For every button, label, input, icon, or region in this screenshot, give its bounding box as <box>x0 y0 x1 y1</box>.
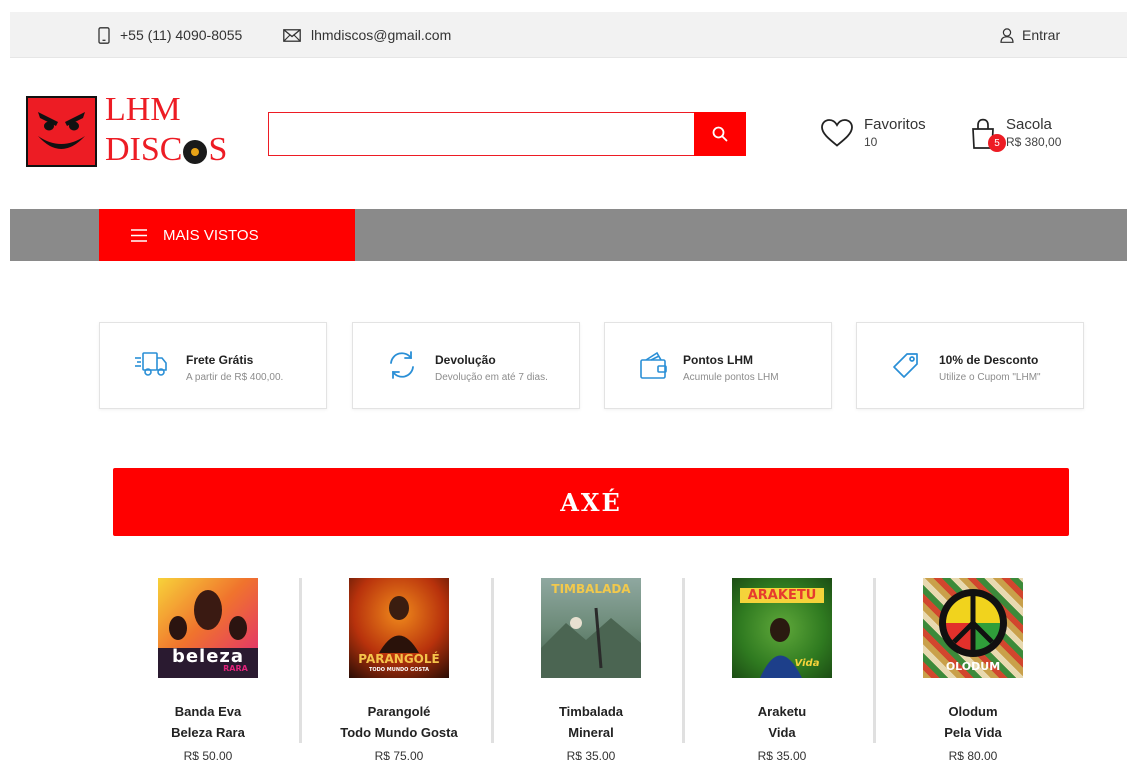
top-bar: +55 (11) 4090-8055 lhmdiscos@gmail.com E… <box>10 12 1127 58</box>
search-icon <box>712 126 728 142</box>
phone-icon <box>98 26 110 44</box>
album-cover[interactable]: PARANGOLÉ TODO MUNDO GOSTA <box>349 578 449 678</box>
logo-text-line1: LHM <box>105 91 181 128</box>
feature-returns: Devolução Devolução em até 7 dias. <box>352 322 580 409</box>
search-bar <box>268 112 746 156</box>
wallet-icon <box>640 351 667 379</box>
bag-label: Sacola <box>1006 116 1052 133</box>
cover-title: PARANGOLÉ <box>358 652 440 666</box>
product-card[interactable]: beleza RARA Banda Eva Beleza Rara R$ 50,… <box>118 578 298 760</box>
product-divider <box>682 578 685 743</box>
cover-subtitle: TODO MUNDO GOSTA <box>368 667 429 673</box>
album-cover[interactable]: beleza RARA <box>158 578 258 678</box>
product-card[interactable]: PARANGOLÉ TODO MUNDO GOSTA Parangolé Tod… <box>309 578 489 760</box>
bag-total: R$ 380,00 <box>1006 135 1062 149</box>
product-artist[interactable]: Banda Eva <box>118 701 298 722</box>
cover-subtitle: RARA <box>223 664 248 673</box>
feature-subtitle: Acumule pontos LHM <box>683 372 779 383</box>
feature-subtitle: Devolução em até 7 dias. <box>435 372 548 383</box>
logo-text-disc: DISC <box>105 131 183 168</box>
feature-title: Devolução <box>435 353 496 367</box>
product-artist[interactable]: Araketu <box>692 701 872 722</box>
feature-title: 10% de Desconto <box>939 353 1039 367</box>
menu-label: MAIS VISTOS <box>163 226 259 244</box>
feature-discount: 10% de Desconto Utilize o Cupom "LHM" <box>856 322 1084 409</box>
product-divider <box>491 578 494 743</box>
album-cover[interactable]: TIMBALADA <box>541 578 641 678</box>
feature-subtitle: Utilize o Cupom "LHM" <box>939 372 1041 383</box>
favorites-count: 10 <box>864 135 878 149</box>
bag-count-badge: 5 <box>988 134 1006 152</box>
delivery-truck-icon <box>135 352 167 376</box>
product-card[interactable]: OLODUM Olodum Pela Vida R$ 80,00 <box>883 578 1063 760</box>
hamburger-icon <box>131 228 147 242</box>
feature-title: Pontos LHM <box>683 353 753 367</box>
cover-title: OLODUM <box>945 660 1001 673</box>
logo-text-s: S <box>208 131 228 168</box>
cover-subtitle: Vida <box>794 658 820 669</box>
cover-title: ARAKETU <box>740 588 824 603</box>
main-nav: MAIS VISTOS <box>10 209 1127 261</box>
product-album[interactable]: Todo Mundo Gosta <box>309 722 489 743</box>
product-price: R$ 80,00 <box>948 749 998 760</box>
vinyl-record-icon <box>183 140 208 164</box>
shopping-bag-link[interactable]: 5 Sacola R$ 380,00 <box>970 116 1061 155</box>
logo-text-line2: DISC S <box>105 132 227 168</box>
login-label: Entrar <box>1022 27 1061 43</box>
product-artist[interactable]: Parangolé <box>309 701 489 722</box>
product-album[interactable]: Mineral <box>501 722 681 743</box>
product-price: R$ 75,00 <box>374 749 424 760</box>
product-card[interactable]: ARAKETU Vida Araketu Vida R$ 35,00 <box>692 578 872 760</box>
refresh-icon <box>390 351 414 379</box>
album-cover[interactable]: OLODUM <box>923 578 1023 678</box>
category-banner[interactable]: AXÉ <box>113 468 1069 536</box>
album-cover[interactable]: ARAKETU Vida <box>732 578 832 678</box>
contact-email[interactable]: lhmdiscos@gmail.com <box>283 12 451 58</box>
product-album[interactable]: Pela Vida <box>883 722 1063 743</box>
product-album[interactable]: Vida <box>692 722 872 743</box>
product-artist[interactable]: Olodum <box>883 701 1063 722</box>
site-logo[interactable]: LHM DISC S <box>26 91 242 172</box>
email-address: lhmdiscos@gmail.com <box>311 27 452 43</box>
logo-smiley-icon <box>26 96 97 167</box>
mail-icon <box>283 28 301 42</box>
product-divider <box>873 578 876 743</box>
product-price: R$ 35,00 <box>757 749 807 760</box>
user-icon <box>1000 27 1014 43</box>
search-button[interactable] <box>694 112 746 156</box>
phone-number: +55 (11) 4090-8055 <box>120 27 243 43</box>
favorites-label: Favoritos <box>864 116 926 133</box>
tag-icon <box>893 353 918 378</box>
shopping-bag-icon: 5 <box>970 118 1006 155</box>
feature-title: Frete Grátis <box>186 353 254 367</box>
search-input[interactable] <box>268 112 694 156</box>
product-price: R$ 35,00 <box>566 749 616 760</box>
feature-subtitle: A partir de R$ 400,00. <box>186 372 284 383</box>
product-divider <box>299 578 302 743</box>
feature-free-shipping: Frete Grátis A partir de R$ 400,00. <box>99 322 327 409</box>
favorites-link[interactable]: Favoritos 10 <box>820 116 926 153</box>
feature-points: Pontos LHM Acumule pontos LHM <box>604 322 832 409</box>
heart-icon <box>820 118 854 153</box>
product-price: R$ 50,00 <box>183 749 233 760</box>
category-title: AXÉ <box>560 487 622 517</box>
most-viewed-menu[interactable]: MAIS VISTOS <box>99 209 355 261</box>
product-album[interactable]: Beleza Rara <box>118 722 298 743</box>
login-link[interactable]: Entrar <box>1000 12 1060 58</box>
product-card[interactable]: TIMBALADA Timbalada Mineral R$ 35,00 <box>501 578 681 760</box>
cover-title: TIMBALADA <box>551 582 631 596</box>
product-artist[interactable]: Timbalada <box>501 701 681 722</box>
contact-phone[interactable]: +55 (11) 4090-8055 <box>98 12 242 58</box>
